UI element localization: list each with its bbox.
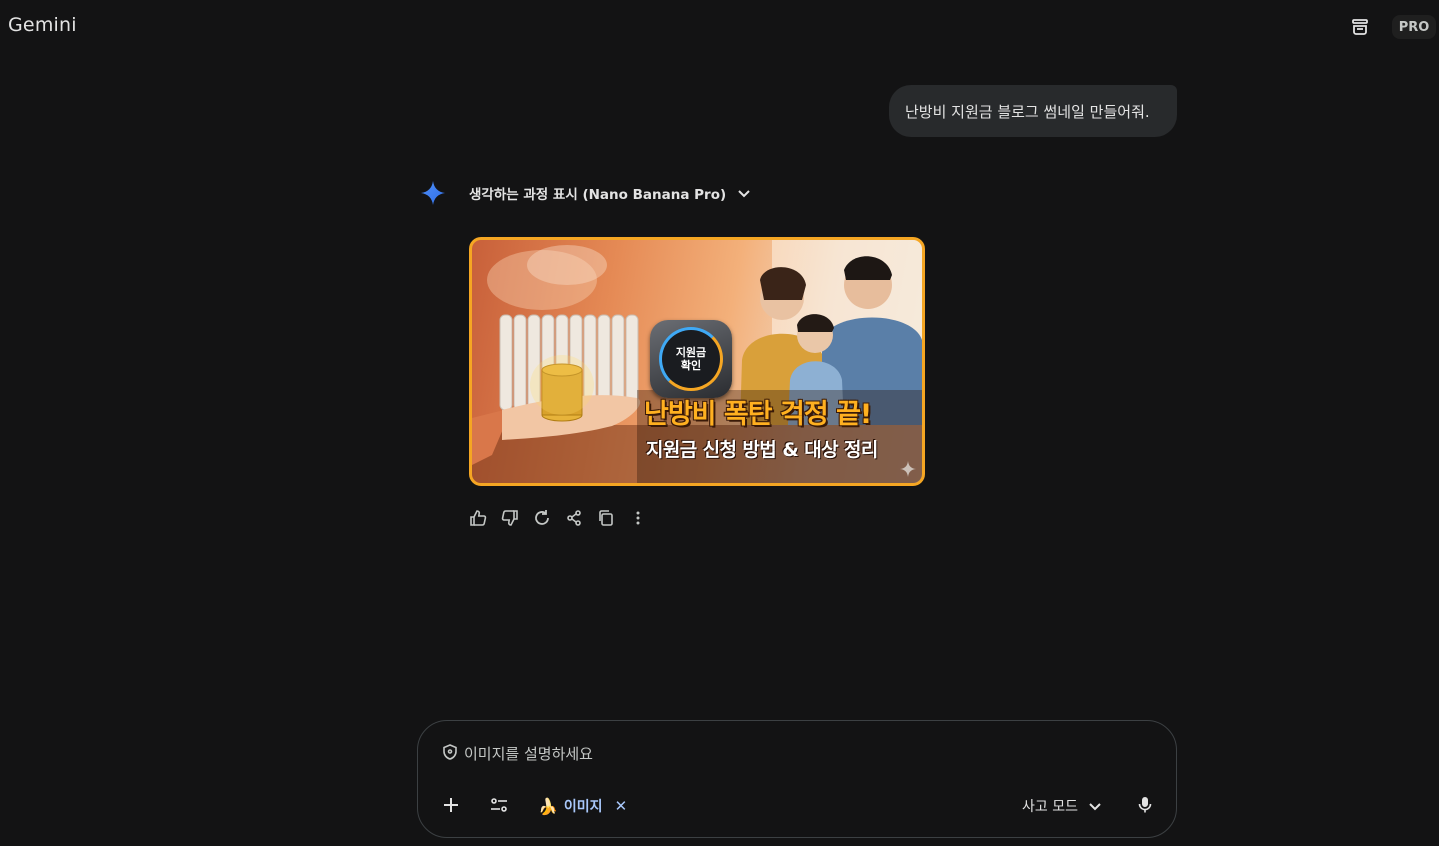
user-message-bubble: 난방비 지원금 블로그 썸네일 만들어줘. bbox=[889, 85, 1177, 137]
sparkle-watermark-icon bbox=[900, 461, 916, 477]
gemini-spark-icon bbox=[420, 180, 446, 206]
more-vert-icon[interactable] bbox=[626, 506, 650, 530]
image-headline: 난방비 폭탄 걱정 끝! bbox=[644, 399, 872, 430]
add-attachment-button[interactable] bbox=[438, 792, 464, 818]
badge-line2: 확인 bbox=[680, 359, 702, 372]
microphone-button[interactable] bbox=[1132, 792, 1158, 818]
copy-icon[interactable] bbox=[594, 506, 618, 530]
gemini-app: Gemini PRO 난방비 지원금 블로그 썸네일 만들어줘. 생각하는 과정… bbox=[0, 0, 1439, 846]
image-tool-chip[interactable]: 🍌 이미지 ✕ bbox=[538, 794, 627, 818]
image-subline: 지원금 신청 방법 & 대상 정리 bbox=[646, 439, 878, 461]
thumbs-down-icon[interactable] bbox=[498, 506, 522, 530]
thumbs-up-icon[interactable] bbox=[466, 506, 490, 530]
mode-label: 사고 모드 bbox=[1022, 799, 1078, 815]
temporary-chat-icon[interactable] bbox=[1349, 16, 1371, 38]
image-chip-label: 이미지 bbox=[563, 799, 603, 815]
close-icon[interactable]: ✕ bbox=[615, 797, 628, 815]
chevron-down-icon bbox=[1089, 803, 1101, 811]
prompt-row bbox=[442, 744, 964, 764]
tools-button[interactable] bbox=[486, 792, 512, 818]
user-message-text: 난방비 지원금 블로그 썸네일 만들어줘. bbox=[905, 102, 1150, 121]
badge-line1: 지원금 bbox=[675, 346, 707, 359]
thinking-label: 생각하는 과정 표시 (Nano Banana Pro) bbox=[469, 187, 727, 203]
share-icon[interactable] bbox=[562, 506, 586, 530]
chevron-down-icon bbox=[736, 185, 752, 201]
plan-badge[interactable]: PRO bbox=[1392, 15, 1436, 39]
microphone-icon bbox=[1138, 797, 1152, 813]
shield-icon bbox=[442, 744, 458, 764]
regenerate-icon[interactable] bbox=[530, 506, 554, 530]
thinking-mode-selector[interactable]: 사고 모드 bbox=[1022, 795, 1102, 817]
response-actions bbox=[466, 506, 650, 530]
prompt-input[interactable] bbox=[464, 745, 964, 763]
prompt-composer: 🍌 이미지 ✕ 사고 모드 bbox=[417, 720, 1177, 838]
banana-icon: 🍌 bbox=[538, 796, 558, 816]
plus-icon bbox=[444, 798, 458, 812]
brand-title[interactable]: Gemini bbox=[8, 14, 77, 36]
tune-icon bbox=[491, 798, 507, 812]
show-thinking-toggle[interactable]: 생각하는 과정 표시 (Nano Banana Pro) bbox=[469, 183, 752, 203]
generated-image[interactable]: 지원금 확인 난방비 폭탄 걱정 끝! 지원금 신청 방법 & 대상 정리 bbox=[469, 237, 925, 486]
subsidy-badge: 지원금 확인 bbox=[650, 320, 732, 398]
